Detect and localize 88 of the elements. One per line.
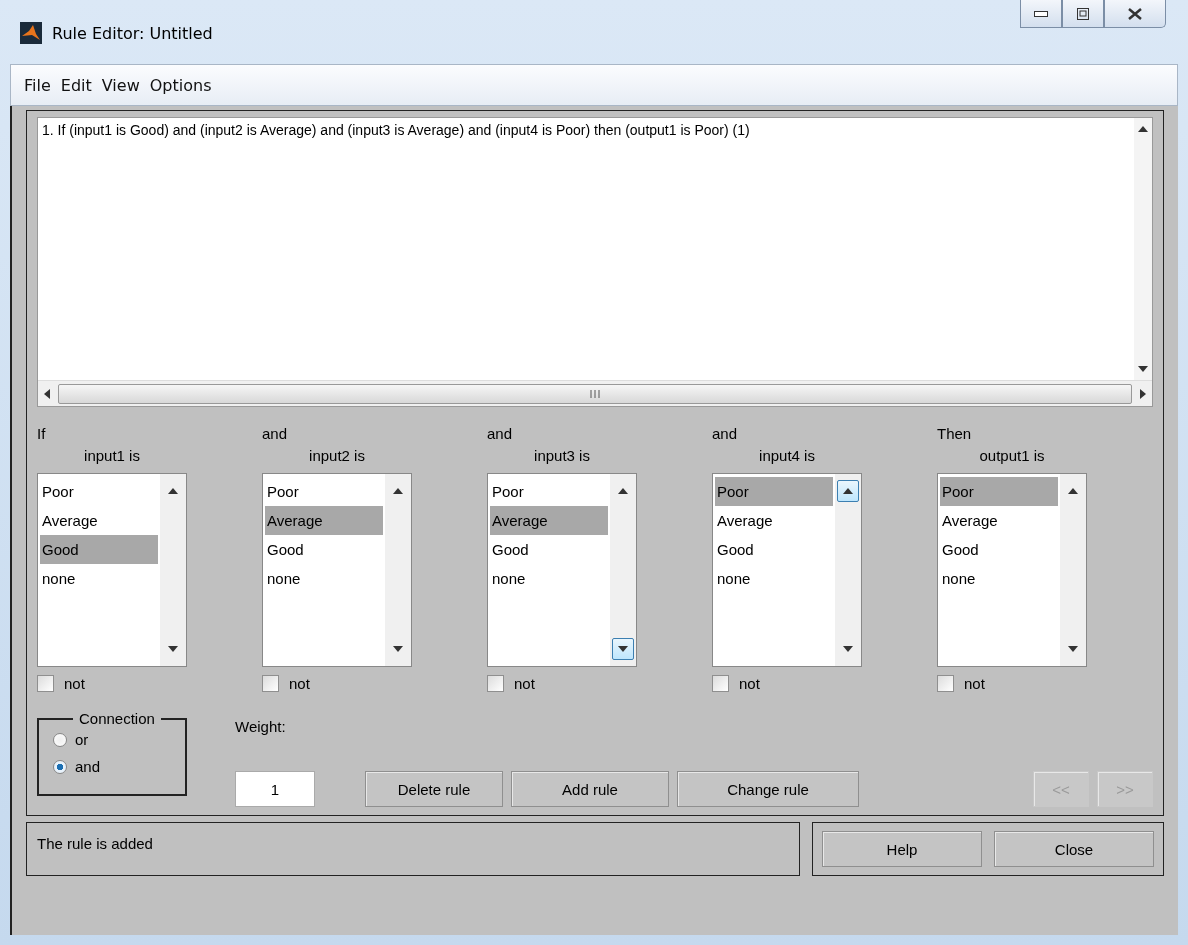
maximize-icon xyxy=(1077,7,1089,20)
term-item[interactable]: Average xyxy=(715,506,833,535)
maximize-button[interactable] xyxy=(1062,0,1104,28)
term-item[interactable]: Poor xyxy=(490,477,608,506)
term-item[interactable]: none xyxy=(40,564,158,593)
variable-label: input2 is xyxy=(308,447,366,466)
checkbox-label: not xyxy=(739,675,760,692)
not-checkbox[interactable] xyxy=(712,675,729,692)
term-item[interactable]: none xyxy=(265,564,383,593)
term-item[interactable]: Good xyxy=(265,535,383,564)
checkbox-label: not xyxy=(514,675,535,692)
variable-label: input1 is xyxy=(83,447,141,466)
rule-list[interactable]: 1. If (input1 is Good) and (input2 is Average) and (input3 is Average) and (input4 is Poor) then (output1 is Poor) (1) xyxy=(37,117,1153,407)
scroll-down-icon[interactable] xyxy=(1138,366,1148,372)
scroll-up-icon[interactable] xyxy=(1138,126,1148,132)
menu-item[interactable]: Edit xyxy=(59,73,93,97)
term-listbox[interactable]: Poor Average Good none xyxy=(37,473,187,667)
weight-field[interactable]: 1 xyxy=(235,771,315,807)
connector-label: If xyxy=(37,425,47,444)
checkbox-label: not xyxy=(64,675,85,692)
app-logo-icon xyxy=(20,22,42,44)
scroll-down-icon[interactable] xyxy=(393,646,403,652)
close-icon xyxy=(1128,7,1142,20)
footer-button[interactable]: Close xyxy=(994,831,1154,867)
scroll-down-icon[interactable] xyxy=(168,646,178,652)
status-text: The rule is added xyxy=(26,822,800,876)
menu-item[interactable]: File xyxy=(23,73,52,97)
footer-button[interactable]: Help xyxy=(822,831,982,867)
term-item[interactable]: none xyxy=(940,564,1058,593)
not-checkbox[interactable] xyxy=(37,675,54,692)
term-item[interactable]: Poor xyxy=(715,477,833,506)
term-item[interactable]: Poor xyxy=(40,477,158,506)
term-listbox[interactable]: Poor Average Good none xyxy=(262,473,412,667)
term-item[interactable]: Good xyxy=(715,535,833,564)
close-window-button[interactable] xyxy=(1104,0,1166,28)
not-checkbox[interactable] xyxy=(262,675,279,692)
scroll-up-icon[interactable] xyxy=(843,488,853,494)
checkbox-label: not xyxy=(289,675,310,692)
scroll-down-icon[interactable] xyxy=(1068,646,1078,652)
scroll-up-icon[interactable] xyxy=(618,488,628,494)
menu-item[interactable]: Options xyxy=(148,73,213,97)
minimize-icon xyxy=(1034,10,1048,17)
scroll-up-icon[interactable] xyxy=(1068,488,1078,494)
term-item[interactable]: Poor xyxy=(940,477,1058,506)
term-listbox[interactable]: Poor Average Good none xyxy=(937,473,1087,667)
term-item[interactable]: none xyxy=(715,564,833,593)
window-title: Rule Editor: Untitled xyxy=(52,24,213,43)
connector-label: and xyxy=(262,425,289,444)
term-item[interactable]: Average xyxy=(940,506,1058,535)
scroll-right-icon[interactable] xyxy=(1140,388,1146,399)
minimize-button[interactable] xyxy=(1020,0,1062,28)
term-listbox[interactable]: Poor Average Good none xyxy=(712,473,862,667)
variable-label: input3 is xyxy=(533,447,591,466)
menu-item[interactable]: View xyxy=(100,73,141,97)
scroll-left-icon[interactable] xyxy=(44,388,50,399)
term-item[interactable]: Average xyxy=(40,506,158,535)
not-checkbox[interactable] xyxy=(937,675,954,692)
group-title: Connection xyxy=(78,710,156,727)
radio-label: and xyxy=(75,758,101,775)
not-checkbox[interactable] xyxy=(487,675,504,692)
action-button[interactable]: Add rule xyxy=(511,771,669,807)
term-item[interactable]: Good xyxy=(940,535,1058,564)
variable-label: input4 is xyxy=(758,447,816,466)
scroll-down-icon[interactable] xyxy=(618,646,628,652)
term-item[interactable]: Good xyxy=(40,535,158,564)
term-item[interactable]: Poor xyxy=(265,477,383,506)
term-listbox[interactable]: Poor Average Good none xyxy=(487,473,637,667)
term-item[interactable]: Average xyxy=(490,506,608,535)
action-button[interactable]: Delete rule xyxy=(365,771,503,807)
radio-label: or xyxy=(75,731,89,748)
connector-label: and xyxy=(487,425,514,444)
connector-label: and xyxy=(712,425,739,444)
radio-button[interactable] xyxy=(53,759,67,774)
grip-icon xyxy=(590,389,600,398)
term-item[interactable]: none xyxy=(490,564,608,593)
action-button[interactable]: Change rule xyxy=(677,771,859,807)
checkbox-label: not xyxy=(964,675,985,692)
connector-label: Then xyxy=(937,425,973,444)
term-item[interactable]: Average xyxy=(265,506,383,535)
scroll-down-icon[interactable] xyxy=(843,646,853,652)
weight-label: Weight: xyxy=(235,718,287,735)
scroll-up-icon[interactable] xyxy=(168,488,178,494)
radio-button[interactable] xyxy=(53,732,67,747)
scroll-thumb[interactable] xyxy=(58,383,1132,404)
variable-label: output1 is xyxy=(978,447,1046,466)
rule-item[interactable]: 1. If (input1 is Good) and (input2 is Average) and (input3 is Average) and (input4 is Poor) then (output1 is Poor) (1) xyxy=(42,122,1130,138)
scroll-up-icon[interactable] xyxy=(393,488,403,494)
term-item[interactable]: Good xyxy=(490,535,608,564)
